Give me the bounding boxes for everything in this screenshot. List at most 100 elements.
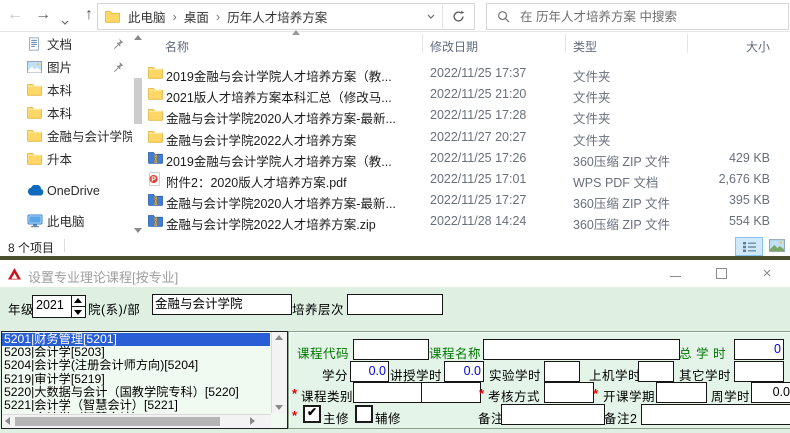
sidebar-item[interactable]: 图片 (0, 55, 148, 78)
file-date: 2022/11/27 20:27 (430, 130, 526, 144)
breadcrumb-current-folder[interactable]: 历年人才培养方案 (225, 7, 329, 26)
address-bar[interactable]: 此电脑 › 桌面 › 历年人才培养方案 (97, 3, 475, 30)
majors-listbox: 5201|财务管理[5201]5203|会计学[5203]5204|会计学(注册… (1, 331, 288, 429)
weekly-hours-label: 周学时 (711, 386, 750, 405)
search-box[interactable] (486, 3, 789, 30)
minimize-button[interactable] (658, 260, 692, 287)
column-divider[interactable] (422, 34, 423, 53)
majors-horizontal-scrollbar[interactable] (2, 414, 271, 428)
maximize-button[interactable] (704, 260, 738, 287)
note1-input[interactable] (501, 404, 605, 425)
sidebar-item[interactable]: 本科 (0, 101, 148, 124)
scrollbar-thumb[interactable] (15, 417, 220, 426)
file-size: 395 KB (695, 193, 770, 207)
file-row[interactable]: 2021版人才培养方案本科汇总（修改马...2022/11/25 21:20文件… (148, 84, 790, 105)
scroll-down-icon[interactable] (134, 228, 142, 233)
file-row[interactable]: 金融与会计学院2022人才培养方案.zip2022/11/28 14:24360… (148, 211, 790, 232)
scroll-down-icon[interactable] (275, 405, 283, 410)
spin-up-icon[interactable] (72, 296, 85, 307)
teach-hours-input[interactable]: 0.0 (444, 361, 484, 382)
thumbnails-view-button[interactable] (764, 237, 790, 254)
file-row[interactable]: 金融与会计学院2020人才培养方案-最新...2022/11/25 17:28文… (148, 105, 790, 126)
file-row[interactable]: 2019金融与会计学院人才培养方案（教...2022/11/25 17:2636… (148, 148, 790, 169)
major-checkbox[interactable]: ✔ (303, 405, 321, 423)
minor-checkbox[interactable] (355, 405, 373, 423)
status-bar: 8 个项目 (0, 236, 790, 256)
required-asterisk: * (479, 386, 484, 401)
sidebar-item[interactable]: 文档 (0, 32, 148, 55)
spin-down-icon[interactable] (72, 307, 85, 317)
breadcrumb-this-pc[interactable]: 此电脑 (126, 7, 168, 26)
pic-icon (27, 61, 47, 73)
major-list-item[interactable]: 5220|大数据与会计（国教学院专科）[5220] (2, 386, 270, 399)
sidebar-item[interactable]: 升本 (0, 147, 148, 170)
course-form-groupbox: 课程代码 课程名称 总 学 时 0 学分 0.0 讲授学时 0.0 实验学时 上… (288, 331, 790, 429)
file-type: WPS PDF 文档 (573, 172, 658, 191)
term-input[interactable] (656, 382, 707, 403)
scroll-left-icon[interactable] (5, 417, 10, 425)
back-button[interactable]: ← (4, 4, 26, 26)
file-row[interactable]: 金融与会计学院2020人才培养方案-最新...2022/11/25 17:273… (148, 190, 790, 211)
column-header-type[interactable]: 类型 (573, 38, 597, 55)
major-list-item[interactable]: 5219|审计学[5219] (2, 373, 270, 386)
folder-icon (105, 10, 120, 23)
file-type: 360压缩 ZIP 文件 (573, 151, 670, 170)
column-header-date[interactable]: 修改日期 (430, 38, 478, 55)
spinner-arrows[interactable] (71, 296, 85, 317)
file-row[interactable]: 2019金融与会计学院人才培养方案（教...2022/11/25 17:37文件… (148, 63, 790, 84)
majors-vertical-scrollbar[interactable] (271, 332, 287, 413)
forward-button[interactable]: → (32, 4, 54, 26)
file-date: 2022/11/25 17:27 (430, 193, 526, 207)
sidebar-item-label: 升本 (47, 149, 72, 168)
total-hours-label: 总 学 时 (679, 343, 726, 362)
computer-hours-input[interactable] (638, 361, 674, 382)
assess-input[interactable] (544, 382, 594, 403)
level-input[interactable] (347, 294, 443, 315)
sidebar-item-label: 本科 (47, 103, 72, 122)
sidebar-item[interactable]: 此电脑 (0, 209, 148, 232)
course-type-input-2[interactable] (421, 382, 481, 403)
exp-hours-input[interactable] (544, 361, 580, 382)
column-header-size[interactable]: 大小 (695, 38, 770, 55)
screen: ← → ↑ 此电脑 › 桌面 › 历年人才培养方案 (0, 0, 790, 433)
term-label: 开课学期 (603, 386, 655, 405)
course-code-input[interactable] (353, 339, 429, 360)
major-list-item[interactable]: 5204|会计学(注册会计师方向)[5204] (2, 359, 270, 372)
breadcrumb-desktop[interactable]: 桌面 (182, 7, 211, 26)
zip-file-icon (148, 151, 163, 164)
doc-icon (27, 37, 47, 51)
column-divider[interactable] (565, 34, 566, 53)
course-type-input[interactable] (353, 382, 423, 403)
scroll-right-icon[interactable] (250, 417, 255, 425)
scroll-up-icon[interactable] (134, 35, 142, 40)
sidebar-item[interactable]: 金融与会计学院2 (0, 124, 148, 147)
address-dropdown-chevron-icon[interactable] (420, 14, 442, 19)
column-header-name[interactable]: 名称 (165, 38, 189, 55)
file-list: 2019金融与会计学院人才培养方案（教...2022/11/25 17:37文件… (148, 63, 790, 233)
other-hours-input[interactable] (734, 361, 784, 382)
sidebar-item[interactable]: 本科 (0, 78, 148, 101)
column-divider[interactable] (687, 34, 688, 53)
department-input[interactable]: 金融与会计学院 (152, 294, 292, 315)
sidebar-scrollbar[interactable] (132, 32, 144, 236)
scroll-up-icon[interactable] (275, 335, 283, 340)
weekly-hours-input[interactable]: 0.0 (751, 382, 790, 403)
major-list-item[interactable]: 5221|会计学（智慧会计）[5221] (2, 412, 270, 413)
close-button[interactable]: × (750, 260, 784, 287)
file-type: 文件夹 (573, 108, 611, 127)
course-name-input[interactable] (483, 339, 680, 360)
file-row[interactable]: 金融与会计学院2022人才培养方案2022/11/27 20:27文件夹 (148, 127, 790, 148)
file-row[interactable]: P附件2：2020版人才培养方案.pdf2022/11/25 17:01WPS … (148, 169, 790, 190)
search-input[interactable] (518, 9, 788, 25)
total-hours-input[interactable]: 0 (734, 339, 784, 360)
sidebar-item[interactable]: OneDrive (0, 179, 148, 202)
file-date: 2022/11/25 17:28 (430, 108, 526, 122)
credit-input[interactable]: 0.0 (350, 361, 389, 382)
scrollbar-thumb[interactable] (134, 78, 142, 124)
dialog-titlebar: 设置专业理论课程[按专业] × (0, 260, 790, 287)
grade-spinner[interactable]: 2021 (32, 295, 86, 318)
note2-input[interactable] (641, 404, 790, 425)
refresh-icon[interactable] (443, 10, 474, 23)
recent-locations-chevron-icon[interactable] (58, 10, 72, 32)
details-view-button[interactable] (735, 237, 763, 256)
